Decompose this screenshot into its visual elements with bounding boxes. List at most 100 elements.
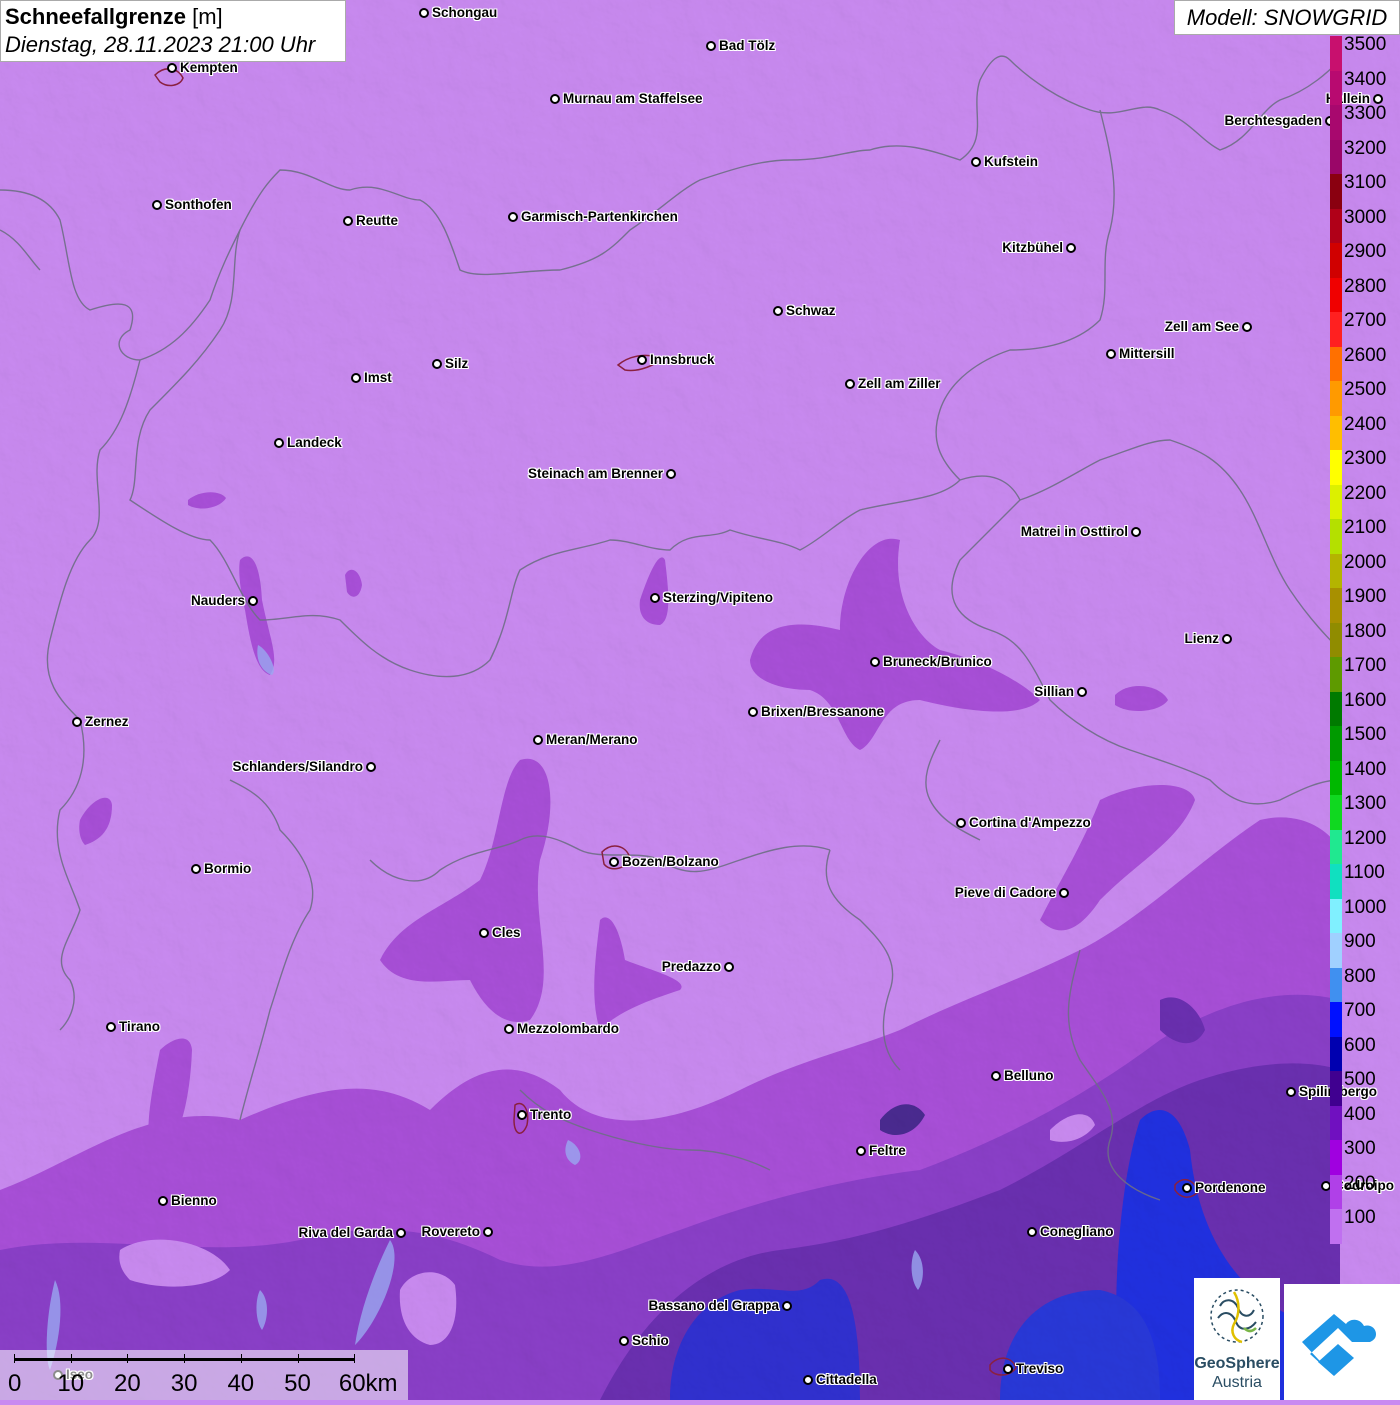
city-label: Brixen/Bressanone [761,704,885,719]
legend-swatch [1330,657,1342,692]
legend-swatch [1330,36,1342,71]
city-marker[interactable] [782,1301,792,1311]
legend-swatch [1330,864,1342,899]
city-marker[interactable] [706,41,716,51]
city-marker[interactable] [773,306,783,316]
legend-swatch [1330,174,1342,209]
scale-label: 50 [284,1370,311,1397]
city-marker[interactable] [609,857,619,867]
city-label: Lienz [1184,631,1219,646]
city-marker[interactable] [158,1196,168,1206]
city-marker[interactable] [1066,243,1076,253]
legend-label: 500 [1344,1069,1376,1090]
city-marker[interactable] [870,657,880,667]
city-marker[interactable] [1182,1183,1192,1193]
city-marker[interactable] [956,818,966,828]
city-label: Zernez [85,714,129,729]
city-marker[interactable] [351,373,361,383]
city-marker[interactable] [724,962,734,972]
city-label: Garmisch-Partenkirchen [521,209,678,224]
city-marker[interactable] [396,1228,406,1238]
city-marker[interactable] [479,928,489,938]
city-marker[interactable] [991,1071,1001,1081]
legend-swatch [1330,450,1342,485]
legend-label: 100 [1344,1207,1376,1228]
city-marker[interactable] [483,1227,493,1237]
scale-label: 60km [338,1370,398,1397]
city-label: Zell am Ziller [858,376,941,391]
city-marker[interactable] [1003,1364,1013,1374]
city-marker[interactable] [191,864,201,874]
city-marker[interactable] [1059,888,1069,898]
city-marker[interactable] [517,1110,527,1120]
city-marker[interactable] [856,1146,866,1156]
city-marker[interactable] [803,1375,813,1385]
city-marker[interactable] [550,94,560,104]
legend-swatch [1330,277,1342,313]
legend-swatch [1330,933,1342,968]
city-marker[interactable] [152,200,162,210]
city-marker[interactable] [666,469,676,479]
city-label: Feltre [869,1143,906,1158]
scale-tick [70,1354,72,1363]
legend-label: 1900 [1344,586,1387,607]
city-label: Riva del Garda [298,1225,393,1240]
city-marker[interactable] [637,355,647,365]
city-marker[interactable] [1077,687,1087,697]
city-label: Predazzo [661,959,721,974]
city-marker[interactable] [533,735,543,745]
legend-label: 2100 [1344,517,1387,538]
forecast-datetime: Dienstag, 28.11.2023 21:00 Uhr [5,32,316,57]
city-marker[interactable] [508,212,518,222]
legend-label: 400 [1344,1103,1376,1125]
legend-swatch [1330,829,1342,865]
snowgrid-app-logo[interactable] [1284,1284,1400,1400]
scale-tick [240,1354,242,1363]
city-marker[interactable] [366,762,376,772]
city-marker[interactable] [167,63,177,73]
city-label: Mittersill [1119,346,1175,361]
legend-label: 2400 [1344,413,1387,435]
city-label: Landeck [287,435,342,450]
city-marker[interactable] [619,1336,629,1346]
parameter-name: Schneefallgrenze [5,4,186,29]
city-marker[interactable] [1242,322,1252,332]
city-marker[interactable] [971,157,981,167]
city-marker[interactable] [72,717,82,727]
city-marker[interactable] [1286,1087,1296,1097]
city-marker[interactable] [748,707,758,717]
legend-label: 2800 [1344,275,1387,297]
legend-swatch [1330,208,1342,244]
city-label: Pordenone [1195,1180,1266,1195]
city-marker[interactable] [274,438,284,448]
city-marker[interactable] [343,216,353,226]
city-marker[interactable] [248,596,258,606]
geosphere-austria-logo[interactable]: GeoSphere Austria [1194,1278,1280,1400]
legend-label: 2500 [1344,379,1387,400]
city-label: Sterzing/Vipiteno [663,590,774,605]
city-marker[interactable] [1027,1227,1037,1237]
city-label: Schio [632,1333,669,1348]
city-label: Meran/Merano [546,732,638,747]
city-label: Cittadella [816,1372,877,1387]
city-marker[interactable] [650,593,660,603]
legend-label: 1300 [1344,793,1387,814]
city-marker[interactable] [1131,527,1141,537]
city-marker[interactable] [504,1024,514,1034]
legend-label: 2000 [1344,551,1387,573]
city-label: Trento [530,1107,572,1122]
legend-swatch [1330,967,1342,1003]
city-marker[interactable] [419,8,429,18]
city-marker[interactable] [845,379,855,389]
city-marker[interactable] [432,359,442,369]
city-marker[interactable] [1106,349,1116,359]
legend-label: 3500 [1344,34,1387,55]
city-marker[interactable] [1222,634,1232,644]
city-label: Matrei in Osttirol [1020,524,1128,539]
distance-scale-bar: 0 10 20 30 40 50 60km [0,1350,408,1400]
legend-swatch [1330,898,1342,934]
city-marker[interactable] [106,1022,116,1032]
map-title: Schneefallgrenze [m] [5,4,341,30]
logo-name-line1: GeoSphere [1194,1355,1280,1372]
city-label: Sillian [1034,684,1074,699]
